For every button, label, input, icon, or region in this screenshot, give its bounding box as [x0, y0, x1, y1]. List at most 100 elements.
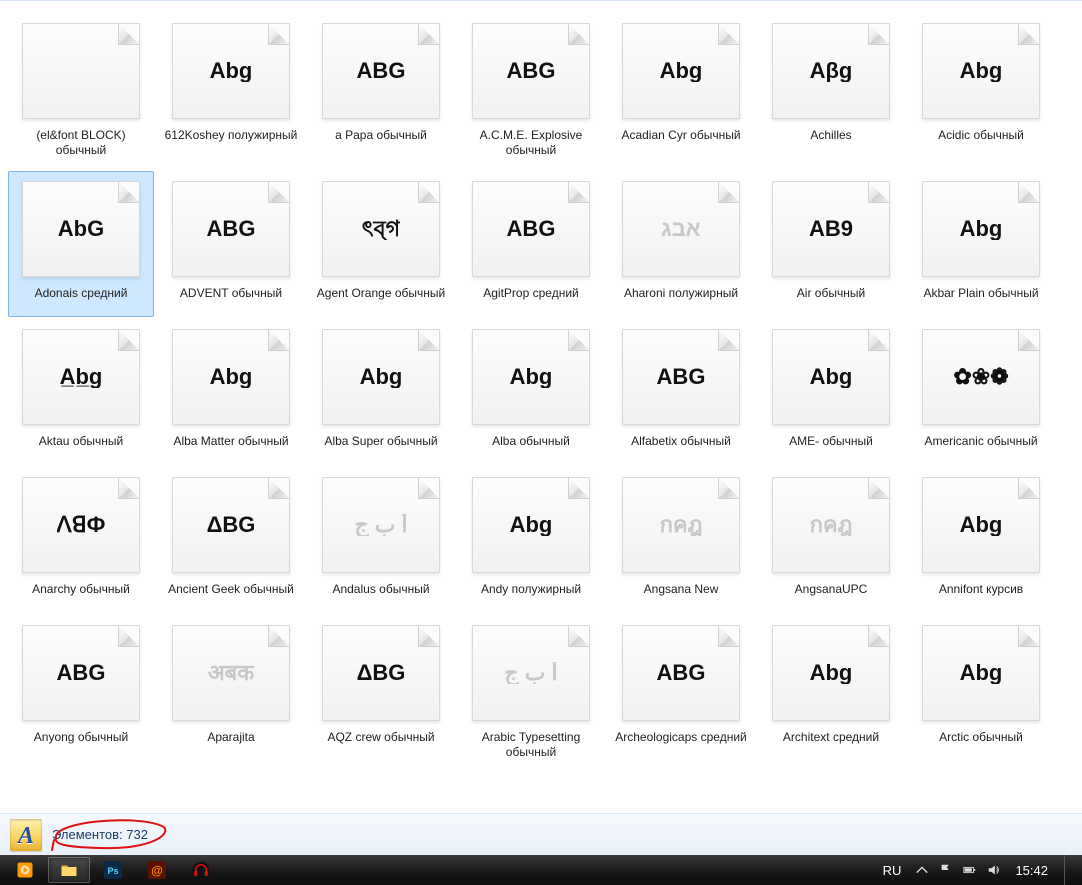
taskbar-app-headphones[interactable] — [180, 857, 222, 883]
font-item[interactable]: ABGADVENT обычный — [158, 171, 304, 317]
thumbnail-wrap: ৎব্গ — [317, 174, 445, 284]
page-fold-icon — [418, 329, 440, 351]
font-label: AQZ crew обычный — [311, 728, 451, 758]
font-item[interactable]: AbgAcadian Cyr обычный — [608, 13, 754, 169]
font-preview-text: ABG — [57, 662, 106, 684]
font-thumbnail: अबक — [172, 625, 290, 721]
thumbnail-wrap: ABG — [617, 618, 745, 728]
font-item[interactable]: ΔBG AQZ crew обычный — [308, 615, 454, 771]
taskbar: Ps @ RU 15:42 — [0, 855, 1082, 885]
page-fold-icon — [868, 23, 890, 45]
font-item[interactable]: Abg Alba обычный — [458, 319, 604, 465]
thumbnail-wrap: Abg — [167, 322, 295, 432]
font-label: a Papa обычный — [311, 126, 451, 156]
font-item[interactable]: AbGAdonais средний — [8, 171, 154, 317]
thumbnail-wrap: Abg — [467, 470, 595, 580]
thumbnail-wrap: Abg — [767, 618, 895, 728]
taskbar-app-mediaplayer[interactable] — [4, 857, 46, 883]
language-indicator[interactable]: RU — [879, 863, 906, 878]
font-thumbnail: ΔBG — [322, 625, 440, 721]
font-item[interactable]: (el&font BLOCK) обычный — [8, 13, 154, 169]
explorer-window: (el&font BLOCK) обычныйAbg612Koshey полу… — [0, 0, 1082, 885]
font-thumbnail: Abg — [472, 329, 590, 425]
font-thumbnail: ABG — [472, 23, 590, 119]
font-preview-text: AbG — [58, 218, 104, 240]
font-item[interactable]: Abg Akbar Plain обычный — [908, 171, 1054, 317]
font-preview-text: ꓥꓭФ — [57, 514, 106, 536]
font-item[interactable]: أ ب جAndalus обычный — [308, 467, 454, 613]
font-item[interactable]: A̲b̲g̲Aktau обычный — [8, 319, 154, 465]
font-item[interactable]: AbgAlba Matter обычный — [158, 319, 304, 465]
tray-chevron-up-icon[interactable] — [915, 863, 929, 877]
thumbnail-wrap: A̲b̲g̲ — [17, 322, 145, 432]
page-fold-icon — [268, 181, 290, 203]
font-label: Alba обычный — [461, 432, 601, 462]
font-item[interactable]: ΑβgAchilles — [758, 13, 904, 169]
font-item[interactable]: AbgAnnifont курсив — [908, 467, 1054, 613]
thumbnail-wrap: ABG — [617, 322, 745, 432]
thumbnail-wrap: ABG — [467, 174, 595, 284]
font-item[interactable]: AbgArctic обычный — [908, 615, 1054, 771]
font-preview-text: Abg — [510, 366, 553, 388]
font-thumbnail: Abg — [922, 181, 1040, 277]
flag-icon[interactable] — [939, 863, 953, 877]
font-item[interactable]: ΔBGAncient Geek обычный — [158, 467, 304, 613]
font-item[interactable]: ✿❀❁Americanic обычный — [908, 319, 1054, 465]
page-fold-icon — [1018, 23, 1040, 45]
font-preview-text: Abg — [210, 366, 253, 388]
font-item[interactable]: अबकAparajita — [158, 615, 304, 771]
font-preview-text: ✿❀❁ — [953, 366, 1008, 388]
font-thumbnail — [22, 23, 140, 119]
font-label: Angsana New — [611, 580, 751, 610]
taskbar-app-photoshop[interactable]: Ps — [92, 857, 134, 883]
font-preview-text: Abg — [960, 218, 1003, 240]
font-label: AME- обычный — [761, 432, 901, 462]
battery-icon[interactable] — [963, 863, 977, 877]
font-item[interactable]: Abg612Koshey полужирный — [158, 13, 304, 169]
page-fold-icon — [418, 181, 440, 203]
font-preview-text: أ ب ج — [504, 662, 557, 684]
font-thumbnail: ABG — [622, 625, 740, 721]
font-preview-text: Abg — [660, 60, 703, 82]
font-item[interactable]: กคฎAngsanaUPC — [758, 467, 904, 613]
font-item[interactable]: ABGArcheologicaps средний — [608, 615, 754, 771]
font-item[interactable]: ABGA.C.M.E. Explosive обычный — [458, 13, 604, 169]
font-item[interactable]: AbgAlba Super обычный — [308, 319, 454, 465]
font-label: Arabic Typesetting обычный — [461, 728, 601, 768]
font-thumbnail: กคฎ — [772, 477, 890, 573]
font-item[interactable]: กคฎ Angsana New — [608, 467, 754, 613]
font-label: Air обычный — [761, 284, 901, 314]
font-label: Akbar Plain обычный — [911, 284, 1051, 314]
font-thumbnail: ΔBG — [172, 477, 290, 573]
taskbar-app-mail[interactable]: @ — [136, 857, 178, 883]
font-item[interactable]: ABGAnyong обычный — [8, 615, 154, 771]
show-desktop-button[interactable] — [1064, 855, 1074, 885]
font-item[interactable]: ৎব্গAgent Orange обычный — [308, 171, 454, 317]
font-label: Aharoni полужирный — [611, 284, 751, 314]
font-item[interactable]: ABG Alfabetix обычный — [608, 319, 754, 465]
font-thumbnail: Abg — [922, 625, 1040, 721]
font-preview-text: กคฎ — [660, 514, 703, 536]
font-item[interactable]: ABGa Papa обычный — [308, 13, 454, 169]
clock[interactable]: 15:42 — [1011, 863, 1052, 878]
font-item[interactable]: AB9 Air обычный — [758, 171, 904, 317]
font-preview-text: ABG — [657, 366, 706, 388]
file-pane[interactable]: (el&font BLOCK) обычныйAbg612Koshey полу… — [0, 1, 1082, 813]
font-item[interactable]: AbgArchitext средний — [758, 615, 904, 771]
font-item[interactable]: ꓥꓭФAnarchy обычный — [8, 467, 154, 613]
thumbnail-wrap: Abg — [167, 16, 295, 126]
taskbar-app-explorer[interactable] — [48, 857, 90, 883]
font-thumbnail: أ ب ج — [322, 477, 440, 573]
font-item[interactable]: AbgAcidic обычный — [908, 13, 1054, 169]
font-item[interactable]: أ ب ج Arabic Typesetting обычный — [458, 615, 604, 771]
font-item[interactable]: AbgAME- обычный — [758, 319, 904, 465]
font-thumbnail: AB9 — [772, 181, 890, 277]
font-label: Alfabetix обычный — [611, 432, 751, 462]
font-item[interactable]: ABGAgitProp средний — [458, 171, 604, 317]
thumbnail-wrap: Αβg — [767, 16, 895, 126]
volume-icon[interactable] — [987, 863, 1001, 877]
page-fold-icon — [868, 477, 890, 499]
svg-text:@: @ — [151, 864, 163, 878]
font-item[interactable]: אבגAharoni полужирный — [608, 171, 754, 317]
font-item[interactable]: AbgAndy полужирный — [458, 467, 604, 613]
